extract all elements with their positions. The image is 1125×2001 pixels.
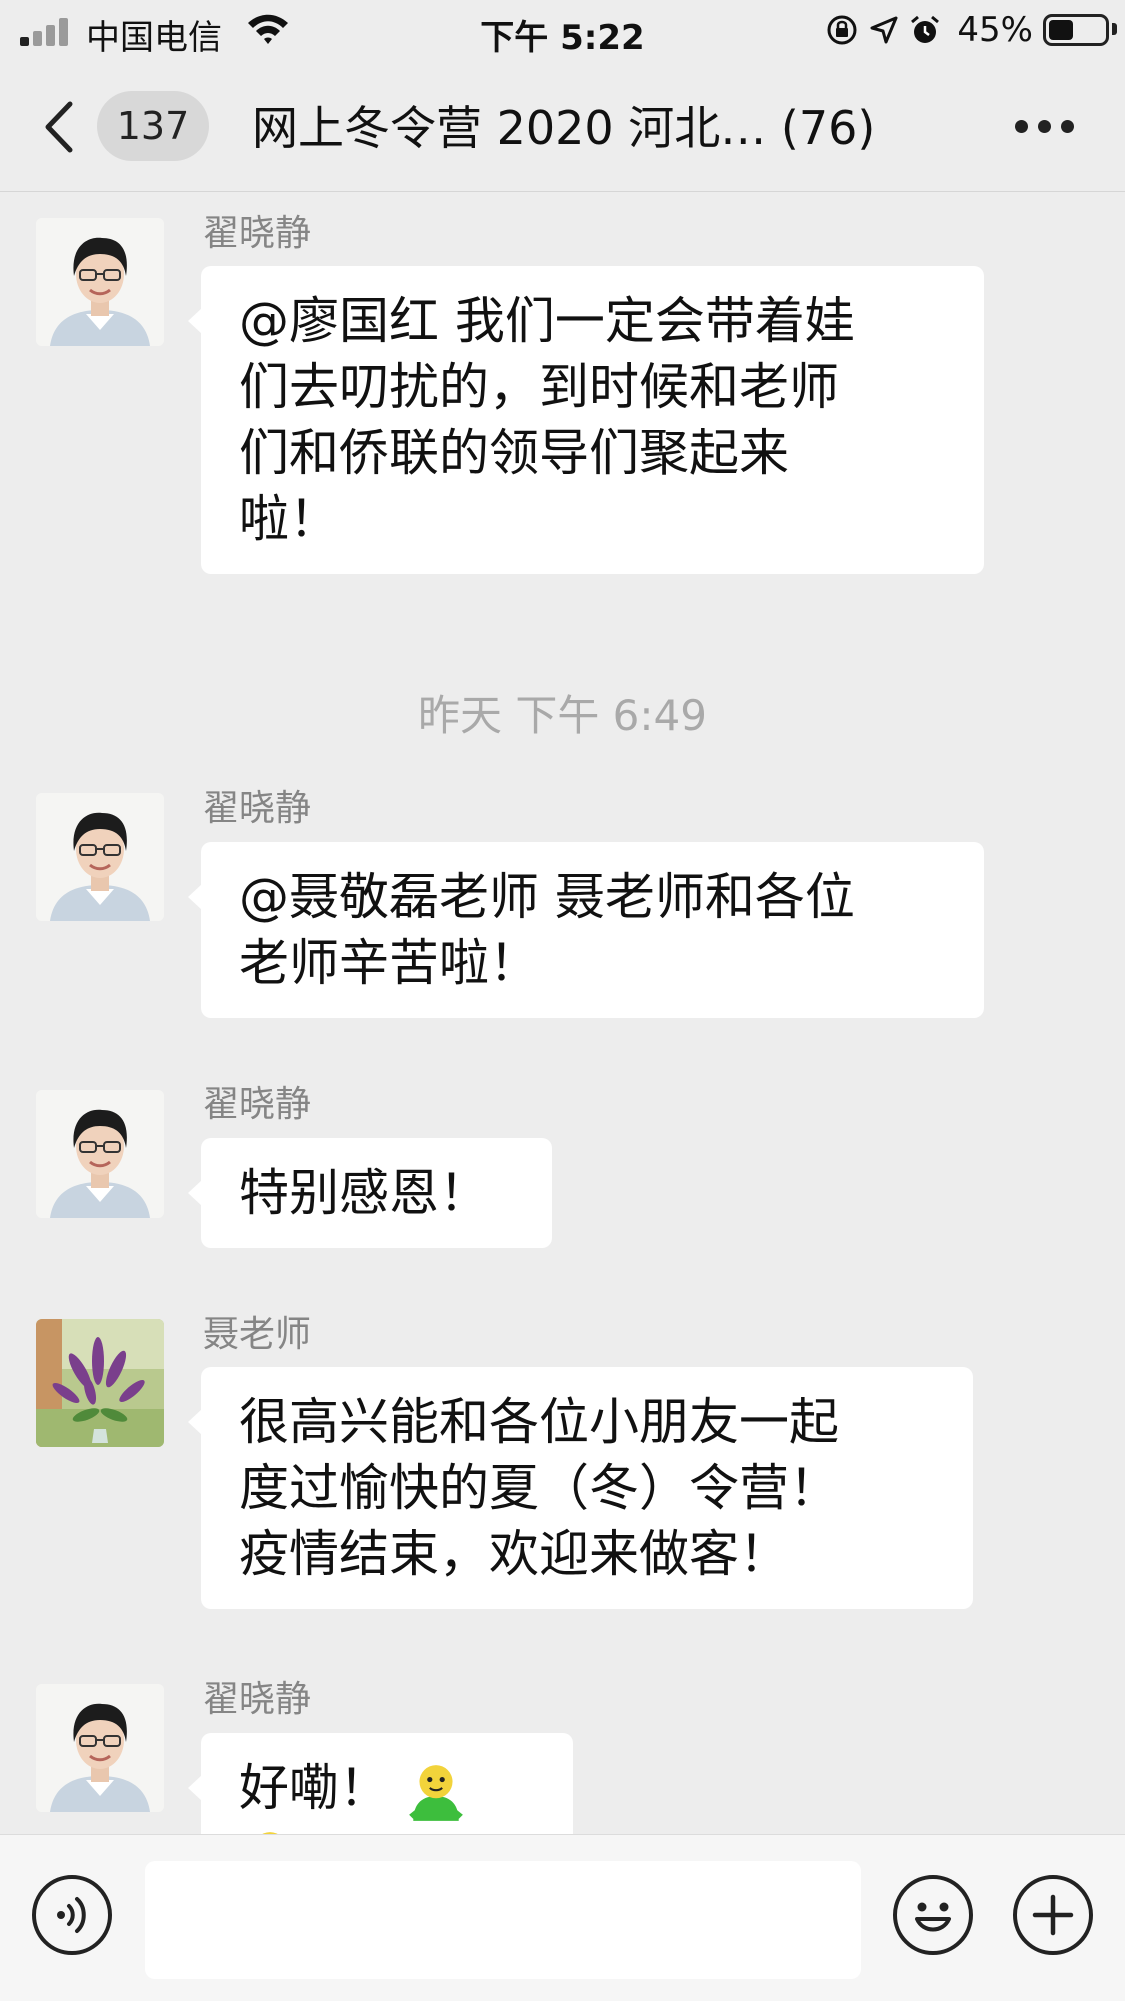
message-line: 们去叨扰的，到时候和老师 [239, 358, 839, 416]
chat-title[interactable]: 网上冬令营 2020 河北… (76) [252, 92, 875, 158]
message-bubble[interactable]: @廖国红 我们一定会带着娃 们去叨扰的，到时候和老师 们和侨联的领导们聚起来 啦… [188, 266, 984, 574]
message-list[interactable]: 翟晓静 @廖国红 我们一定会带着娃 们去叨扰的，到时候和老师 们和侨联的领导们聚… [0, 192, 1125, 1834]
message-line: 们和侨联的领导们聚起来 [239, 424, 789, 482]
sender-name: 翟晓静 [203, 788, 312, 829]
message-bubble[interactable]: 很高兴能和各位小朋友一起 度过愉快的夏（冬）令营！ 疫情结束，欢迎来做客！ [188, 1367, 973, 1609]
message-line: 特别感恩！ [239, 1164, 489, 1222]
message-line: 很高兴能和各位小朋友一起 [239, 1393, 839, 1451]
input-bar [0, 1834, 1125, 2001]
portrait-avatar[interactable] [36, 1090, 164, 1218]
portrait-avatar[interactable] [36, 218, 164, 346]
portrait-avatar[interactable] [36, 793, 164, 921]
message-line: @聂敬磊老师 聂老师和各位 [239, 868, 855, 926]
flower-avatar[interactable] [36, 1319, 164, 1447]
more-icon[interactable] [1015, 120, 1075, 134]
portrait-avatar[interactable] [36, 1684, 164, 1812]
sender-name: 翟晓静 [203, 1084, 312, 1125]
message-bubble[interactable]: 好嘞！ [188, 1733, 573, 1834]
message-line: 好嘞！ [239, 1759, 389, 1817]
message-line: 啦！ [239, 490, 339, 548]
battery-icon [1043, 14, 1109, 46]
sender-name: 翟晓静 [203, 213, 312, 254]
emoji-button[interactable] [893, 1875, 973, 1955]
message-line: 疫情结束，欢迎来做客！ [239, 1525, 789, 1583]
sender-name: 聂老师 [203, 1314, 312, 1355]
alarm-icon [911, 15, 940, 43]
unread-count-badge[interactable]: 137 [97, 91, 209, 161]
plus-button[interactable] [1013, 1875, 1093, 1955]
status-icons: 45% [825, 10, 1033, 50]
message-bubble[interactable]: @聂敬磊老师 聂老师和各位 老师辛苦啦！ [188, 842, 984, 1018]
timestamp: 昨天 下午 6:49 [417, 691, 708, 740]
emoji-icon [915, 1902, 951, 1932]
battery-level [1049, 20, 1073, 40]
message-bubble[interactable]: 特别感恩！ [188, 1138, 552, 1248]
chevron-left-icon[interactable] [40, 98, 80, 156]
nav-bar: 137 网上冬令营 2020 河北… (76) [0, 62, 1125, 192]
orientation-lock-icon [827, 15, 857, 45]
message-line: 老师辛苦啦！ [239, 934, 539, 992]
message-line: @廖国红 我们一定会带着娃 [239, 292, 855, 350]
voice-button[interactable] [32, 1875, 112, 1955]
wechat-group-chat-screen: 中国电信 下午 5:22 45% 137 网上冬令营 2020 河北… (76)… [0, 0, 1125, 2001]
battery-nub [1112, 23, 1117, 35]
plus-icon [1032, 1894, 1074, 1936]
sender-name: 翟晓静 [203, 1679, 312, 1720]
voice-icon [57, 1897, 86, 1933]
message-input[interactable] [145, 1861, 861, 1979]
green-person-sticker [405, 1761, 467, 1823]
status-bar: 中国电信 下午 5:22 45% [0, 0, 1125, 62]
location-icon [870, 16, 898, 44]
battery-percent: 45% [957, 10, 1033, 50]
message-line: 度过愉快的夏（冬）令营！ [239, 1459, 839, 1517]
